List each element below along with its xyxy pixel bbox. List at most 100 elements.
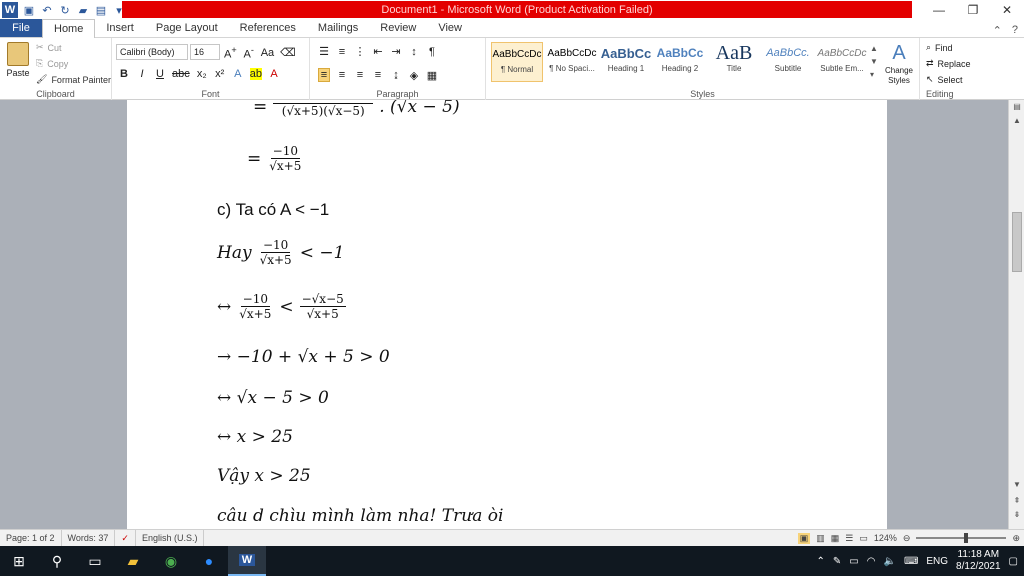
document-page[interactable]: = (√x+5)(√x−5) . (√x − 5) = −10 √x+5 c) T… bbox=[127, 100, 887, 529]
math-line[interactable]: ↔ −10 √x+5 < −√x−5 √x+5 bbox=[217, 292, 346, 321]
page-count[interactable]: Page: 1 of 2 bbox=[0, 529, 62, 547]
align-left-icon[interactable]: ≡ bbox=[318, 68, 330, 82]
cut-button[interactable]: ✂ Cut bbox=[36, 42, 62, 53]
clock[interactable]: 11:18 AM 8/12/2021 bbox=[956, 549, 1001, 573]
shading-icon[interactable]: ◈ bbox=[408, 69, 420, 82]
math-line[interactable]: ↔ √x − 5 > 0 bbox=[217, 388, 329, 408]
proofing-icon[interactable]: ✓ bbox=[115, 529, 136, 547]
clear-format-icon[interactable]: ⌫ bbox=[280, 46, 296, 59]
outline-icon[interactable]: ☰ bbox=[845, 533, 853, 544]
zoom-app-icon[interactable]: ● bbox=[190, 546, 228, 576]
style-normal[interactable]: AaBbCcDc ¶ Normal bbox=[491, 42, 543, 82]
task-view-icon[interactable]: ▭ bbox=[76, 546, 114, 576]
tab-mailings[interactable]: Mailings bbox=[307, 19, 369, 37]
scroll-up-icon[interactable]: ▲ bbox=[1009, 116, 1024, 125]
file-tab[interactable]: File bbox=[0, 19, 42, 37]
tab-page-layout[interactable]: Page Layout bbox=[145, 19, 229, 37]
zoom-out-icon[interactable]: ⊖ bbox=[903, 533, 911, 544]
numbering-icon[interactable]: ≡ bbox=[336, 46, 348, 58]
pilcrow-icon[interactable]: ¶ bbox=[426, 46, 438, 58]
underline-button[interactable]: U bbox=[154, 68, 166, 80]
superscript-button[interactable]: x² bbox=[214, 68, 226, 80]
keyboard-icon[interactable]: ⌨ bbox=[904, 556, 918, 567]
line-spacing-icon[interactable]: ↨ bbox=[390, 69, 402, 81]
next-page-icon[interactable]: ⇟ bbox=[1009, 510, 1024, 519]
ruler-toggle-icon[interactable]: ▤ bbox=[1009, 102, 1024, 111]
tab-insert[interactable]: Insert bbox=[95, 19, 145, 37]
web-layout-icon[interactable]: ▦ bbox=[831, 533, 840, 544]
tab-review[interactable]: Review bbox=[369, 19, 427, 37]
previous-page-icon[interactable]: ⇞ bbox=[1009, 496, 1024, 505]
zoom-level[interactable]: 124% bbox=[874, 533, 897, 543]
subscript-button[interactable]: x₂ bbox=[196, 68, 208, 80]
file-explorer-icon[interactable]: ▰ bbox=[114, 546, 152, 576]
show-hidden-icons-icon[interactable]: ⌃ bbox=[817, 556, 825, 567]
italic-button[interactable]: I bbox=[136, 68, 148, 80]
search-icon[interactable]: ⚲ bbox=[38, 546, 76, 576]
change-styles-button[interactable]: A Change Styles bbox=[882, 40, 916, 86]
undo-icon[interactable]: ↶ bbox=[40, 3, 54, 17]
strikethrough-button[interactable]: abc bbox=[172, 68, 190, 80]
shrink-font-icon[interactable]: A- bbox=[243, 45, 255, 61]
style-heading-1[interactable]: AaBbCc Heading 1 bbox=[600, 42, 652, 82]
save-icon[interactable]: ▣ bbox=[22, 3, 36, 17]
style-subtitle[interactable]: AaBbCc. Subtitle bbox=[762, 42, 814, 82]
style-title[interactable]: AaB Title bbox=[708, 42, 760, 82]
justify-icon[interactable]: ≡ bbox=[372, 69, 384, 81]
bold-button[interactable]: B bbox=[118, 68, 130, 80]
word-app-icon[interactable]: W bbox=[2, 2, 18, 18]
style-subtle-emphasis[interactable]: AaBbCcDc Subtle Em... bbox=[816, 42, 868, 82]
math-line[interactable]: → −10 + √x + 5 > 0 bbox=[217, 347, 390, 367]
multilevel-list-icon[interactable]: ⋮ bbox=[354, 45, 366, 58]
close-button[interactable]: ✕ bbox=[990, 0, 1024, 20]
sort-icon[interactable]: ↕ bbox=[408, 46, 420, 58]
font-name-select[interactable]: Calibri (Body) bbox=[116, 44, 188, 60]
pen-icon[interactable]: ✎ bbox=[833, 556, 841, 567]
print-preview-icon[interactable]: ▤ bbox=[94, 3, 108, 17]
borders-icon[interactable]: ▦ bbox=[426, 69, 438, 82]
font-size-select[interactable]: 16 bbox=[190, 44, 220, 60]
text-line[interactable]: c) Ta có A < −1 bbox=[217, 200, 329, 220]
decrease-indent-icon[interactable]: ⇤ bbox=[372, 45, 384, 58]
paste-button[interactable]: Paste bbox=[4, 42, 32, 78]
math-line[interactable]: = −10 √x+5 bbox=[247, 144, 303, 173]
draft-icon[interactable]: ▭ bbox=[859, 533, 868, 544]
format-painter-button[interactable]: 🖌 Format Painter bbox=[36, 74, 111, 85]
restore-button[interactable]: ❐ bbox=[956, 0, 990, 20]
bullets-icon[interactable]: ☰ bbox=[318, 45, 330, 58]
text-effects-icon[interactable]: A bbox=[232, 68, 244, 80]
math-line[interactable]: Vậy x > 25 bbox=[217, 466, 311, 486]
volume-icon[interactable]: 🔈 bbox=[883, 556, 895, 567]
math-line[interactable]: câu d chìu mình làm nha! Trưa òi bbox=[217, 506, 503, 526]
vertical-scrollbar[interactable]: ▤ ▲ ▼ ⇞ ⇟ bbox=[1008, 100, 1024, 529]
redo-icon[interactable]: ↻ bbox=[58, 3, 72, 17]
tab-home[interactable]: Home bbox=[42, 19, 96, 38]
select-button[interactable]: ↖ Select bbox=[926, 74, 963, 85]
math-line[interactable]: Hay −10 √x+5 < −1 bbox=[217, 238, 344, 267]
collapse-ribbon-icon[interactable]: ⌃ bbox=[993, 24, 1002, 37]
windows-start-icon[interactable]: ⊞ bbox=[0, 546, 38, 576]
find-button[interactable]: ⌕ Find bbox=[926, 42, 953, 53]
notifications-icon[interactable]: ▢ bbox=[1009, 556, 1018, 567]
zoom-slider[interactable] bbox=[916, 533, 1007, 543]
style-no-spacing[interactable]: AaBbCcDc ¶ No Spaci... bbox=[546, 42, 598, 82]
scroll-thumb[interactable] bbox=[1012, 212, 1022, 272]
zoom-in-icon[interactable]: ⊕ bbox=[1012, 533, 1020, 544]
grow-font-icon[interactable]: A+ bbox=[224, 45, 237, 61]
language-indicator[interactable]: English (U.S.) bbox=[136, 529, 205, 547]
change-case-icon[interactable]: Aa bbox=[261, 47, 274, 59]
minimize-button[interactable]: — bbox=[922, 0, 956, 20]
tab-view[interactable]: View bbox=[427, 19, 473, 37]
word-taskbar-icon[interactable]: W bbox=[228, 546, 266, 576]
word-count[interactable]: Words: 37 bbox=[62, 529, 116, 547]
chrome-icon[interactable]: ◉ bbox=[152, 546, 190, 576]
increase-indent-icon[interactable]: ⇥ bbox=[390, 45, 402, 58]
math-line[interactable]: ↔ x > 25 bbox=[217, 427, 293, 447]
align-center-icon[interactable]: ≡ bbox=[336, 69, 348, 81]
align-right-icon[interactable]: ≡ bbox=[354, 69, 366, 81]
math-line[interactable]: = (√x+5)(√x−5) . (√x − 5) bbox=[253, 100, 460, 118]
wifi-icon[interactable]: ◠ bbox=[867, 556, 876, 567]
highlight-icon[interactable]: ab bbox=[249, 68, 262, 80]
print-layout-icon[interactable]: ▣ bbox=[797, 532, 811, 544]
copy-button[interactable]: ⎘ Copy bbox=[36, 58, 68, 69]
